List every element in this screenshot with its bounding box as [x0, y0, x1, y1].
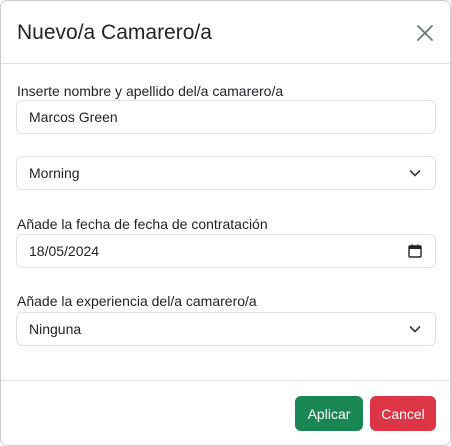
apply-button[interactable]: Aplicar [295, 396, 363, 431]
dialog-title: Nuevo/a Camarero/a [17, 21, 212, 44]
dialog-header: Nuevo/a Camarero/a [1, 1, 450, 64]
hire-date-label: Añade la fecha de fecha de contratación [17, 216, 268, 232]
shift-select-value: Morning [29, 165, 80, 181]
shift-select[interactable]: Morning [16, 156, 436, 190]
experience-label: Añade la experiencia del/a camarero/a [17, 293, 257, 309]
dialog-footer: Aplicar Cancel [1, 380, 450, 445]
calendar-icon[interactable] [407, 243, 423, 259]
close-button[interactable] [413, 21, 437, 45]
cancel-button[interactable]: Cancel [370, 396, 436, 431]
name-label: Inserte nombre y apellido del/a camarero… [17, 83, 284, 99]
experience-select[interactable]: Ninguna [16, 312, 436, 346]
new-waiter-dialog: Nuevo/a Camarero/a Inserte nombre y apel… [0, 0, 451, 446]
name-input-value: Marcos Green [29, 109, 118, 125]
hire-date-value: 18/05/2024 [29, 243, 100, 259]
name-input[interactable]: Marcos Green [16, 100, 436, 134]
dialog-body: Inserte nombre y apellido del/a camarero… [1, 64, 450, 380]
experience-select-value: Ninguna [29, 321, 82, 337]
close-icon [417, 25, 433, 41]
chevron-down-icon [409, 170, 421, 177]
hire-date-input[interactable]: 18/05/2024 [16, 234, 436, 268]
chevron-down-icon [409, 326, 421, 333]
